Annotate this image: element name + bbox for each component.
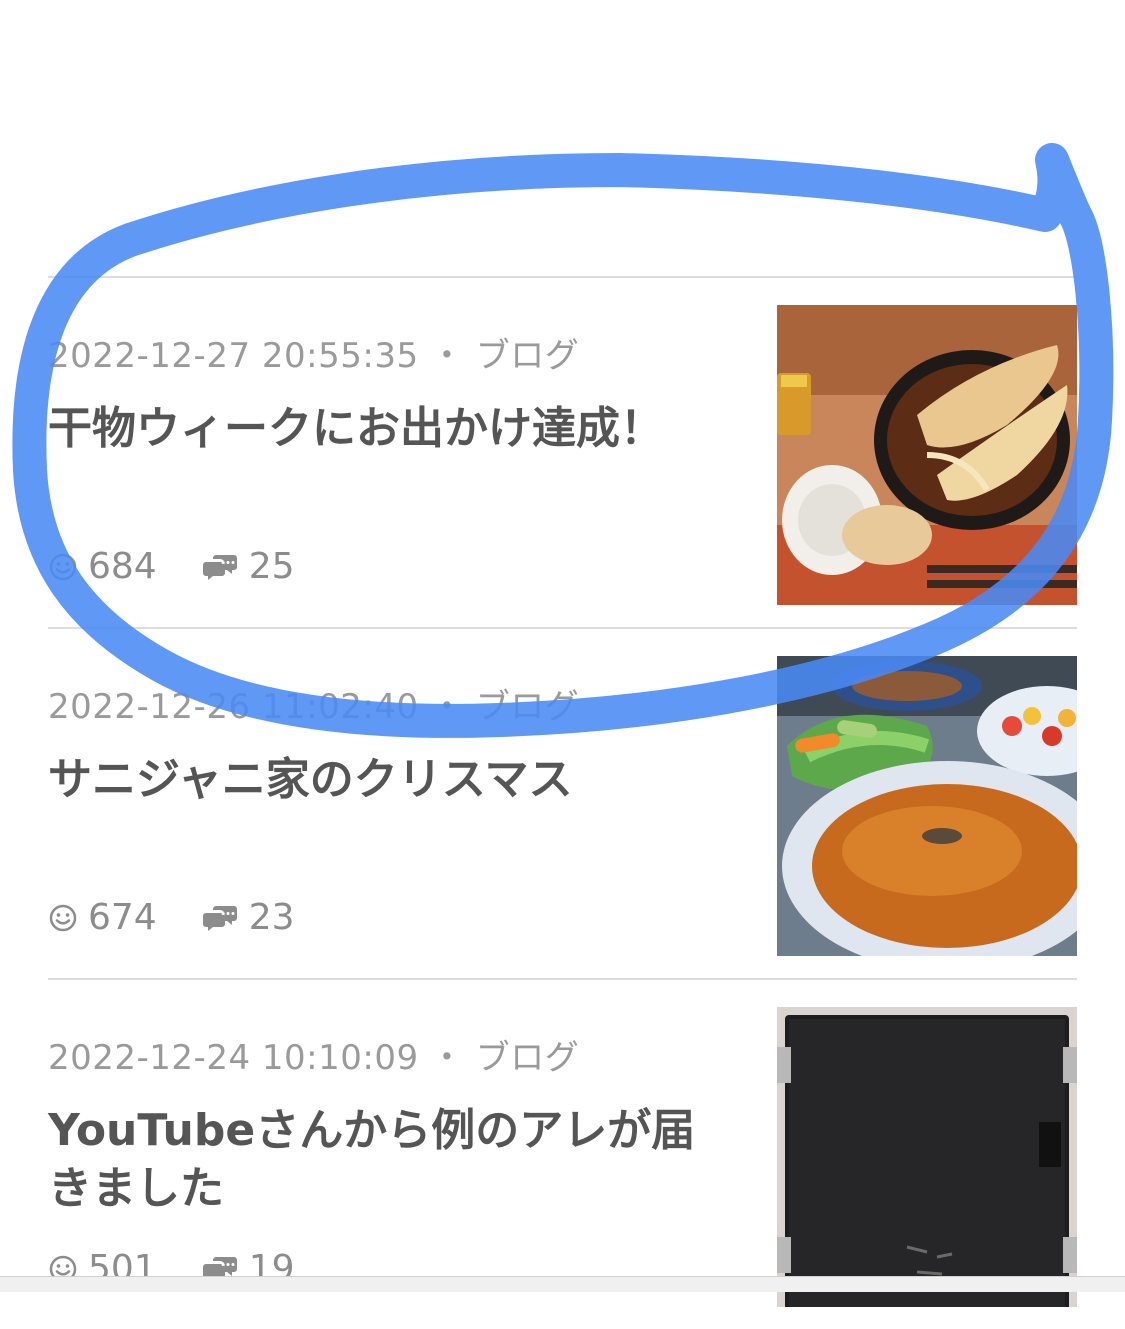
article-date: 2022-12-27 20:55:35 [48,336,419,376]
article-stats: 684 25 [48,546,341,587]
speech-bubbles-icon [202,905,237,931]
meta-separator: ・ [429,687,465,727]
tempura-soba-image [777,305,1077,605]
likes-count: 684 [88,546,157,587]
likes-count: 674 [88,897,157,938]
article-stats: 674 23 [48,897,341,938]
likes-stat: 684 [48,546,157,587]
article-category[interactable]: ブログ [476,687,580,727]
article-title[interactable]: YouTubeさんから例のアレが届きました [48,1102,738,1218]
article-date: 2022-12-24 10:10:09 [48,1038,419,1078]
smiley-icon [49,553,77,580]
screen-bottom-edge [0,1276,1125,1292]
article-item[interactable]: 2022-12-27 20:55:35 ・ ブログ 干物ウィークにお出かけ達成！… [48,278,1077,627]
comments-count: 25 [248,546,295,587]
speech-bubbles-icon [202,554,237,580]
article-thumbnail[interactable] [777,305,1077,605]
black-board-image [777,1007,1077,1307]
article-thumbnail[interactable] [777,1007,1077,1307]
article-feed: 2022-12-27 20:55:35 ・ ブログ 干物ウィークにお出かけ達成！… [48,276,1077,1329]
article-category[interactable]: ブログ [476,1038,580,1078]
article-meta: 2022-12-26 11:02:40 ・ ブログ [48,679,579,728]
article-meta: 2022-12-24 10:10:09 ・ ブログ [48,1030,579,1079]
likes-stat: 674 [48,897,157,938]
article-thumbnail[interactable] [777,656,1077,956]
comments-stat: 25 [202,546,295,587]
article-date: 2022-12-26 11:02:40 [48,687,419,727]
comments-stat: 23 [202,897,295,938]
smiley-icon [49,904,77,931]
curry-salad-image [777,656,1077,956]
meta-separator: ・ [429,1038,465,1078]
meta-separator: ・ [429,336,465,376]
article-title[interactable]: サニジャニ家のクリスマス [48,751,738,809]
article-meta: 2022-12-27 20:55:35 ・ ブログ [48,328,579,377]
article-category[interactable]: ブログ [476,336,580,376]
article-item[interactable]: 2022-12-26 11:02:40 ・ ブログ サニジャニ家のクリスマス 6… [48,629,1077,978]
comments-count: 23 [248,897,295,938]
article-title[interactable]: 干物ウィークにお出かけ達成！ [48,400,738,458]
